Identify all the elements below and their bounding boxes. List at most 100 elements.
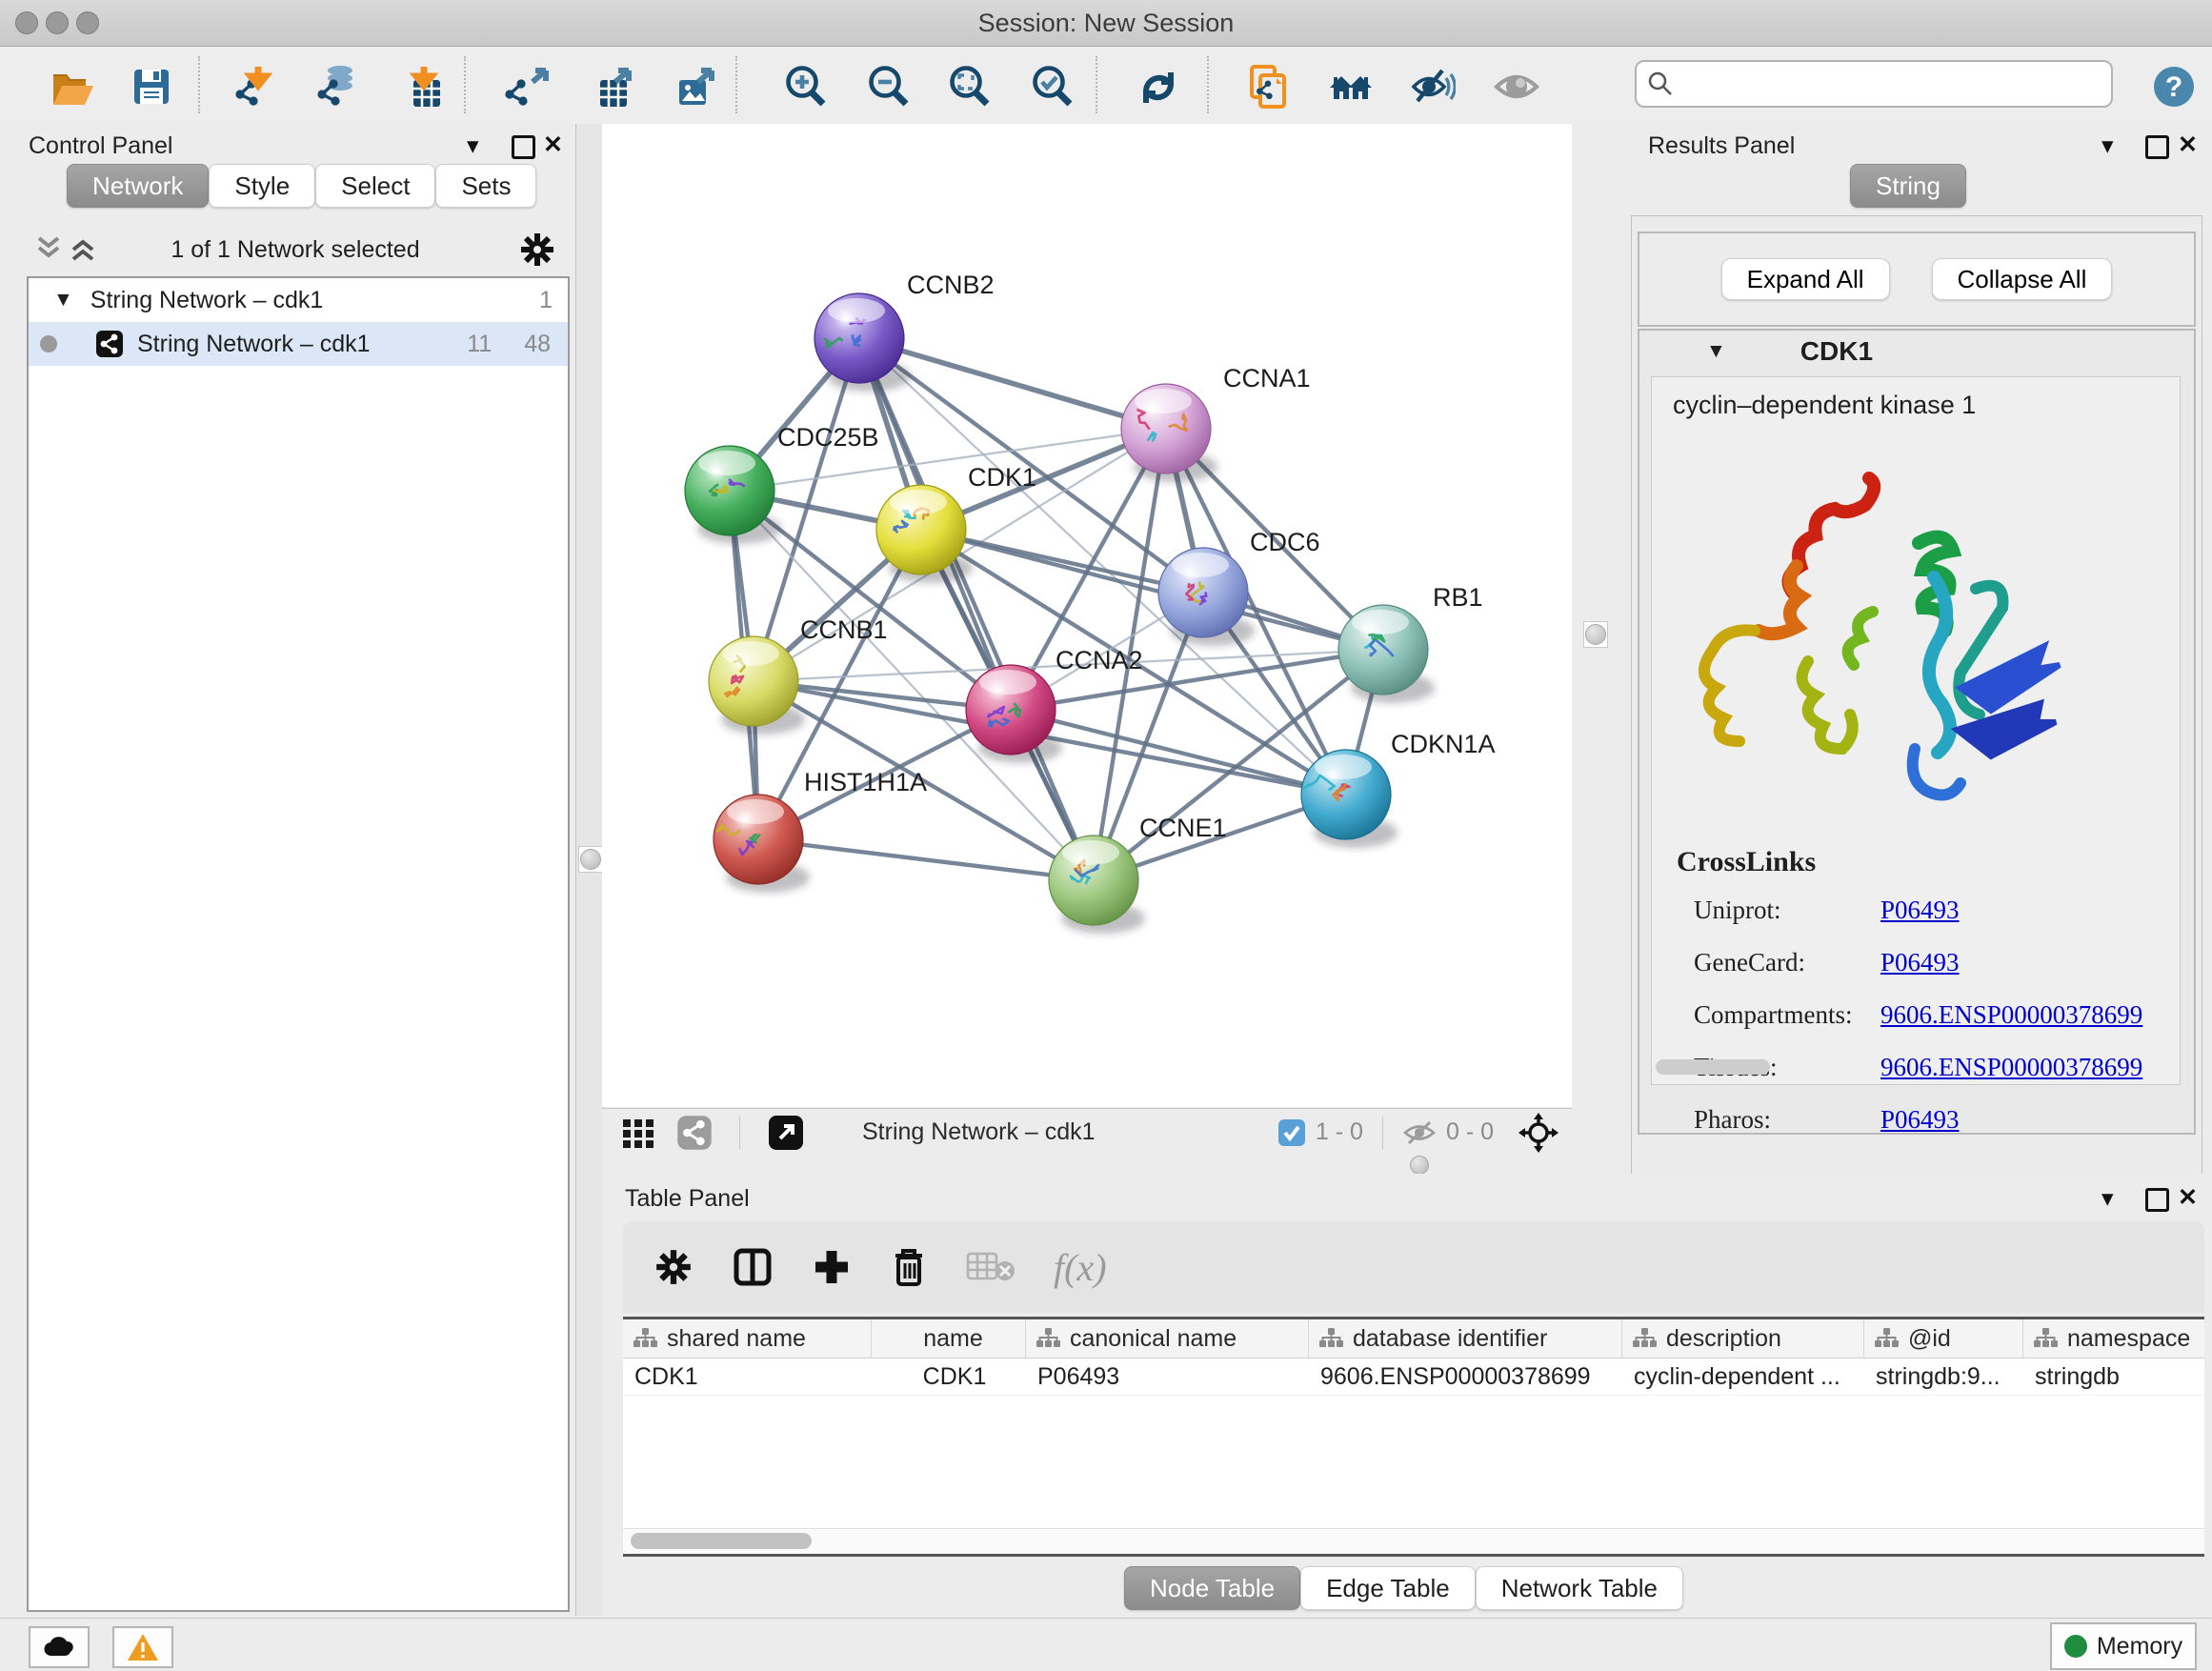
crosslink-value-link[interactable]: 9606.ENSP00000378699 [1880,1000,2142,1030]
export-image-icon[interactable] [669,62,718,111]
selected-checkbox-icon[interactable] [1277,1118,1306,1147]
status-bar: Memory [0,1618,2212,1671]
network-node-CDK1[interactable] [876,485,973,583]
column-header-shared-name[interactable]: shared name [623,1319,872,1358]
help-button[interactable]: ? [2149,62,2199,111]
open-session-icon[interactable] [48,62,97,111]
results-panel: Results Panel ▾ ✕ String Expand All Coll… [1625,124,2212,1155]
column-header-canonical-name[interactable]: canonical name [1026,1319,1309,1358]
window-title: Session: New Session [0,9,2212,38]
network-row-selected[interactable]: String Network – cdk1 11 48 [29,322,568,366]
clone-network-icon[interactable] [1243,62,1293,111]
control-panel-float-icon[interactable] [512,135,535,159]
delete-column-trash-icon[interactable] [890,1246,928,1288]
crosslink-value-link[interactable]: P06493 [1880,1105,1960,1135]
tab-node-table[interactable]: Node Table [1124,1566,1300,1610]
tab-select[interactable]: Select [315,164,435,208]
network-node-CCNA1[interactable] [1121,384,1217,482]
tab-style[interactable]: Style [209,164,315,208]
network-node-CCNB2[interactable] [814,293,911,392]
table-row[interactable]: CDK1CDK1P064939606.ENSP00000378699cyclin… [623,1359,2204,1396]
export-network-icon[interactable] [503,62,553,111]
network-collection-row[interactable]: ▼ String Network – cdk1 1 [29,278,568,322]
fit-selected-move-icon[interactable] [1518,1113,1558,1153]
search-box[interactable] [1635,60,2113,108]
add-column-icon[interactable] [812,1247,852,1287]
control-panel-close-icon[interactable]: ✕ [543,133,563,157]
table-hscrollbar-thumb[interactable] [631,1533,812,1549]
crosslink-value-link[interactable]: P06493 [1880,896,1960,925]
network-options-gear-icon[interactable] [518,231,556,273]
table-panel-close-icon[interactable]: ✕ [2178,1186,2198,1210]
apply-layout-refresh-icon[interactable] [1134,62,1183,111]
gene-details-hscrollbar[interactable] [1656,1059,1770,1075]
tab-network[interactable]: Network [67,164,209,208]
column-header-name[interactable]: name [872,1319,1026,1358]
import-network-icon[interactable] [233,62,283,111]
toolbar-separator [1207,56,1209,113]
right-splitter[interactable] [1572,124,1628,1155]
save-session-icon[interactable] [127,62,176,111]
birdseye-grid-icon[interactable] [621,1116,655,1150]
tree-expand-caret-icon[interactable]: ▼ [53,289,73,312]
expand-all-button[interactable]: Expand All [1721,258,1890,300]
collapse-all-networks-icon[interactable] [34,232,63,270]
table-hscrollbar[interactable] [623,1528,2204,1554]
table-panel-menu-caret-icon[interactable]: ▾ [2101,1187,2114,1211]
network-canvas[interactable]: CCNB2CCNA1CDC25BCDK1CDC6RB1CCNB1CCNA2CDK… [602,124,1572,1107]
zoom-selected-icon[interactable] [1028,62,1077,111]
table-settings-gear-icon[interactable] [654,1247,694,1287]
collapse-all-button[interactable]: Collapse All [1932,258,2113,300]
results-panel-menu-caret-icon[interactable]: ▾ [2101,134,2114,158]
search-input[interactable] [1684,65,2111,103]
zoom-in-icon[interactable] [781,62,831,111]
column-header-description[interactable]: description [1622,1319,1864,1358]
expand-all-networks-icon[interactable] [69,232,97,270]
control-panel-menu-caret-icon[interactable]: ▾ [467,134,479,158]
hidden-eye-slash-icon[interactable] [1402,1118,1437,1147]
tab-string[interactable]: String [1850,164,1966,208]
show-graphics-eye-icon[interactable] [1492,62,1541,111]
node-label-CDKN1A: CDKN1A [1391,730,1496,758]
import-database-icon[interactable] [315,62,365,111]
network-share-icon[interactable] [676,1115,713,1151]
network-edge-CCNB2-CCNE1[interactable] [859,338,1094,880]
left-splitter-handle[interactable] [578,846,603,873]
column-header-database-identifier[interactable]: database identifier [1309,1319,1622,1358]
network-node-CDC6[interactable] [1158,548,1255,646]
main-toolbar: ? [0,47,2212,125]
tab-sets[interactable]: Sets [435,164,536,208]
import-table-icon[interactable] [399,62,449,111]
tab-network-table[interactable]: Network Table [1476,1566,1683,1610]
show-columns-icon[interactable] [732,1246,774,1288]
cloud-status-button[interactable] [29,1626,90,1668]
network-view-title: String Network – cdk1 [862,1118,1096,1146]
horizontal-splitter-handle[interactable] [1410,1156,1429,1175]
hide-unhide-eye-icon[interactable] [1407,62,1457,111]
network-node-HIST1H1A[interactable] [714,795,810,893]
zoom-fit-icon[interactable] [945,62,995,111]
results-panel-close-icon[interactable]: ✕ [2178,133,2198,157]
column-header--id[interactable]: @id [1864,1319,2023,1358]
left-splitter[interactable] [575,124,604,1616]
export-table-icon[interactable] [586,62,635,111]
collection-label: String Network – cdk1 [90,287,324,314]
network-node-CDKN1A[interactable] [1301,750,1398,848]
open-in-window-icon[interactable] [767,1114,805,1152]
memory-button[interactable]: Memory [2050,1622,2197,1670]
gene-accordion-header[interactable]: ▼ CDK1 [1639,331,2194,372]
zoom-out-icon[interactable] [864,62,914,111]
network-node-CDC25B[interactable] [685,446,781,544]
right-splitter-handle[interactable] [1583,621,1608,648]
crosslink-value-link[interactable]: P06493 [1880,948,1960,977]
gene-collapse-caret-icon[interactable]: ▼ [1706,340,1726,363]
home-view-icon[interactable] [1326,62,1376,111]
warnings-button[interactable] [112,1626,173,1668]
tab-edge-table[interactable]: Edge Table [1300,1566,1476,1610]
table-panel-float-icon[interactable] [2145,1188,2169,1212]
results-panel-float-icon[interactable] [2145,135,2169,159]
network-node-RB1[interactable] [1338,605,1435,703]
column-header-namespace[interactable]: namespace [2023,1319,2204,1358]
crosslink-value-link[interactable]: 9606.ENSP00000378699 [1880,1053,2142,1082]
network-node-CCNA2[interactable] [966,665,1062,763]
